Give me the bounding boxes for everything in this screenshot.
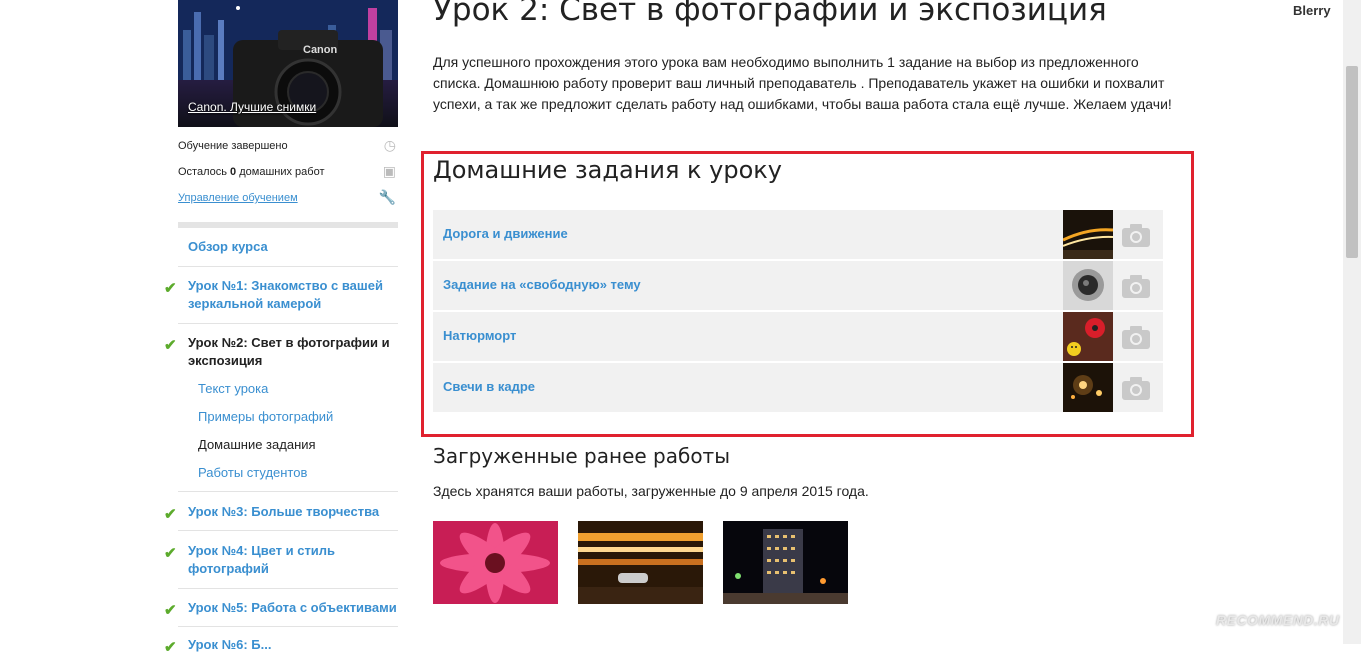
- sidebar-divider: [178, 222, 398, 228]
- check-icon: ✔: [164, 545, 177, 562]
- sidebar-subitem-photo-examples[interactable]: Примеры фотографий: [198, 409, 333, 424]
- check-icon: ✔: [164, 506, 177, 523]
- sidebar-subitem-student-works[interactable]: Работы студентов: [198, 465, 307, 480]
- candles-photo[interactable]: [1063, 363, 1113, 412]
- sidebar-item-lesson-6[interactable]: Урок №6: Б...: [188, 636, 398, 654]
- image-icon: ▣: [382, 163, 396, 179]
- check-icon: ✔: [164, 602, 177, 619]
- task-label[interactable]: Свечи в кадре: [443, 379, 535, 394]
- homework-task-row[interactable]: Свечи в кадре: [433, 363, 1163, 412]
- uploaded-works-note: Здесь хранятся ваши работы, загруженные …: [433, 483, 869, 499]
- homework-task-row[interactable]: Дорога и движение: [433, 210, 1163, 259]
- road-night-photo[interactable]: [1063, 210, 1113, 259]
- status-remaining: Осталось 0 домашних работ ▣: [178, 163, 398, 179]
- pink-gerbera-photo[interactable]: [433, 521, 558, 604]
- camera-upload-icon[interactable]: [1121, 222, 1151, 248]
- check-icon: ✔: [164, 337, 177, 354]
- camera-upload-icon[interactable]: [1121, 324, 1151, 350]
- sidebar-item-lesson-1[interactable]: Урок №1: Знакомство с вашей зеркальной к…: [188, 277, 398, 313]
- task-label[interactable]: Дорога и движение: [443, 226, 568, 241]
- homework-title: Домашние задания к уроку: [433, 156, 782, 184]
- divider: [178, 323, 398, 324]
- page-title: Урок 2: Свет в фотографии и экспозиция: [433, 0, 1107, 28]
- divider: [178, 626, 398, 627]
- divider: [178, 491, 398, 492]
- course-overview-link[interactable]: Обзор курса: [188, 238, 398, 256]
- homework-task-row[interactable]: Натюрморт: [433, 312, 1163, 361]
- status-manage: Управление обучением 🔧: [178, 189, 398, 205]
- clock-icon: ◷: [383, 137, 396, 153]
- homework-task-row[interactable]: Задание на «свободную» тему: [433, 261, 1163, 310]
- sidebar-subitem-homework[interactable]: Домашние задания: [198, 437, 316, 452]
- car-motion-blur-photo[interactable]: [578, 521, 703, 604]
- course-banner[interactable]: Canon Canon. Лучшие снимки: [178, 0, 398, 127]
- sidebar-item-lesson-5[interactable]: Урок №5: Работа с объективами: [188, 599, 398, 617]
- watermark: RECOMMEND.RU: [1216, 612, 1340, 628]
- uploaded-works-title: Загруженные ранее работы: [433, 444, 731, 468]
- night-building-photo[interactable]: [723, 521, 848, 604]
- status-completed-text: Обучение завершено: [178, 140, 288, 152]
- task-label[interactable]: Задание на «свободную» тему: [443, 277, 641, 292]
- check-icon: ✔: [164, 639, 177, 656]
- remaining-suffix: домашних работ: [236, 166, 325, 178]
- scrollbar-thumb[interactable]: [1346, 66, 1358, 258]
- sidebar-subitem-lesson-text[interactable]: Текст урока: [198, 381, 268, 396]
- task-label[interactable]: Натюрморт: [443, 328, 516, 343]
- svg-text:Canon: Canon: [303, 44, 338, 56]
- check-icon: ✔: [164, 280, 177, 297]
- camera-upload-icon[interactable]: [1121, 375, 1151, 401]
- sidebar-item-lesson-2[interactable]: Урок №2: Свет в фотографии и экспозиция: [188, 334, 398, 370]
- sidebar-item-lesson-3[interactable]: Урок №3: Больше творчества: [188, 503, 398, 521]
- user-name[interactable]: Blerry: [1293, 3, 1331, 18]
- lens-photo[interactable]: [1063, 261, 1113, 310]
- manage-learning-link[interactable]: Управление обучением: [178, 192, 298, 204]
- course-link[interactable]: Canon. Лучшие снимки: [188, 100, 316, 114]
- status-completed: Обучение завершено ◷: [178, 137, 398, 153]
- flower-smiley-photo[interactable]: [1063, 312, 1113, 361]
- camera-upload-icon[interactable]: [1121, 273, 1151, 299]
- divider: [178, 588, 398, 589]
- remaining-prefix: Осталось: [178, 166, 231, 178]
- wrench-icon: 🔧: [378, 189, 396, 205]
- divider: [178, 266, 398, 267]
- lesson-intro: Для успешного прохождения этого урока ва…: [433, 54, 1172, 112]
- sidebar-item-lesson-4[interactable]: Урок №4: Цвет и стиль фотографий: [188, 542, 398, 578]
- divider: [178, 530, 398, 531]
